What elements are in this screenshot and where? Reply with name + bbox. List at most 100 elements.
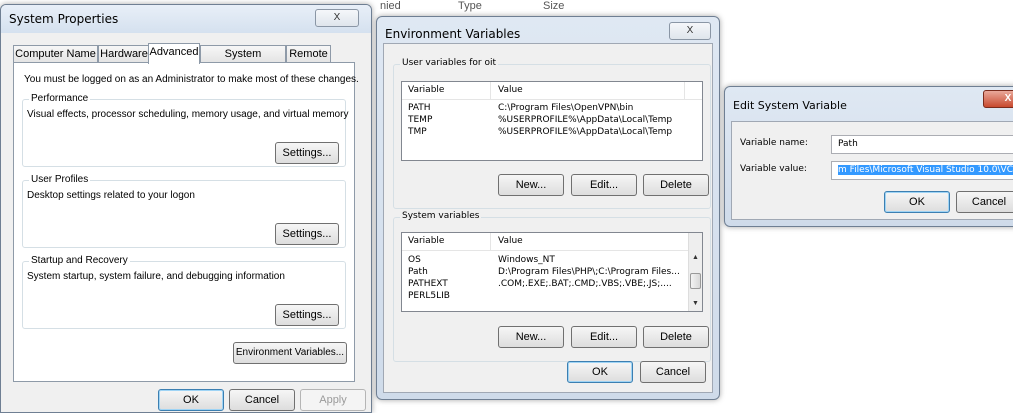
system-delete-button[interactable]: Delete — [643, 326, 709, 348]
performance-settings-button[interactable]: Settings... — [275, 142, 339, 164]
variable-value: D:\Program Files\PHP\;C:\Program Files..… — [498, 267, 680, 277]
column-separator[interactable] — [490, 233, 491, 251]
system-properties-titlebar[interactable]: System Properties X — [1, 5, 371, 33]
table-row[interactable]: PATH C:\Program Files\OpenVPN\bin — [402, 103, 702, 115]
scroll-thumb[interactable] — [690, 273, 701, 289]
edit-system-variable-titlebar[interactable]: Edit System Variable X — [725, 87, 1013, 115]
tab-system-protection[interactable]: System Protection — [200, 45, 286, 76]
variable-name-value: Path — [838, 139, 858, 149]
variable-name: TMP — [408, 127, 427, 137]
variable-value: %USERPROFILE%\AppData\Local\Temp — [498, 127, 673, 137]
variable-value-selected-text: m Files\Microsoft Visual Studio 10.0\VC\… — [838, 165, 1013, 175]
system-properties-window: System Properties X Computer Name Hardwa… — [0, 4, 372, 413]
close-button[interactable]: X — [983, 90, 1013, 108]
system-new-button[interactable]: New... — [498, 326, 564, 348]
system-variables-list[interactable]: Variable Value OS Windows_NT Path D:\Pro… — [401, 232, 703, 312]
apply-button[interactable]: Apply — [300, 389, 366, 411]
background-column-headers: nied Type Size — [380, 0, 980, 14]
user-delete-button[interactable]: Delete — [643, 174, 709, 196]
close-icon: X — [686, 25, 694, 36]
window-title: System Properties — [9, 12, 119, 26]
startup-recovery-label: Startup and Recovery — [29, 255, 130, 266]
scroll-up-arrow-icon[interactable]: ▲ — [689, 251, 702, 265]
variable-name-label: Variable name: — [740, 138, 808, 148]
variable-value: C:\Program Files\OpenVPN\bin — [498, 103, 634, 113]
performance-label: Performance — [29, 93, 91, 104]
user-profiles-description: Desktop settings related to your logon — [27, 190, 195, 201]
variable-name-input[interactable]: Path — [831, 135, 1013, 154]
system-variables-group: System variables Variable Value OS Windo… — [393, 211, 711, 362]
variable-value-label: Variable value: — [740, 164, 807, 174]
startup-settings-button[interactable]: Settings... — [275, 304, 339, 326]
tab-label: Hardware — [100, 48, 148, 60]
user-new-button[interactable]: New... — [498, 174, 564, 196]
environment-variables-body: User variables for oit Variable Value PA… — [383, 43, 713, 393]
tab-label: Remote — [289, 48, 328, 60]
user-variables-list[interactable]: Variable Value PATH C:\Program Files\Ope… — [401, 81, 703, 161]
environment-variables-button[interactable]: Environment Variables... — [233, 342, 347, 364]
column-header-value[interactable]: Value — [498, 85, 523, 95]
admin-note: You must be logged on as an Administrato… — [24, 74, 359, 85]
variable-name: TEMP — [408, 115, 433, 125]
cancel-button[interactable]: Cancel — [956, 191, 1013, 213]
performance-description: Visual effects, processor scheduling, me… — [27, 109, 349, 120]
environment-variables-titlebar[interactable]: Environment Variables X — [377, 17, 719, 45]
system-edit-button[interactable]: Edit... — [571, 326, 637, 348]
column-header-variable[interactable]: Variable — [408, 236, 444, 246]
column-header-variable[interactable]: Variable — [408, 85, 444, 95]
ok-button[interactable]: OK — [567, 361, 633, 383]
window-title: Edit System Variable — [733, 99, 847, 112]
column-separator[interactable] — [490, 82, 491, 100]
table-row[interactable]: PERL5LIB — [402, 291, 702, 303]
table-row[interactable]: PATHEXT .COM;.EXE;.BAT;.CMD;.VBS;.VBE;.J… — [402, 279, 702, 291]
startup-recovery-description: System startup, system failure, and debu… — [27, 271, 285, 282]
user-profiles-label: User Profiles — [29, 174, 91, 185]
performance-group: Performance Visual effects, processor sc… — [22, 93, 349, 167]
tab-hardware[interactable]: Hardware — [98, 45, 150, 63]
ok-button[interactable]: OK — [884, 191, 950, 213]
close-button[interactable]: X — [315, 9, 359, 27]
column-header-value[interactable]: Value — [498, 236, 523, 246]
variable-name: OS — [408, 255, 421, 265]
table-row[interactable]: OS Windows_NT — [402, 255, 702, 267]
cancel-button[interactable]: Cancel — [640, 361, 706, 383]
variable-name: PERL5LIB — [408, 291, 450, 301]
tab-computer-name[interactable]: Computer Name — [13, 45, 98, 63]
close-button[interactable]: X — [669, 22, 711, 40]
system-variables-label: System variables — [400, 211, 482, 221]
tab-advanced[interactable]: Advanced — [148, 43, 200, 64]
list-header: Variable Value — [402, 233, 702, 251]
window-title: Environment Variables — [385, 27, 521, 41]
vertical-scrollbar[interactable]: ▲ ▼ — [688, 233, 702, 311]
table-row[interactable]: TMP %USERPROFILE%\AppData\Local\Temp — [402, 127, 702, 139]
user-variables-label: User variables for oit — [400, 58, 499, 68]
variable-value: Windows_NT — [498, 255, 555, 265]
background-header-size: Size — [543, 0, 565, 12]
user-profiles-settings-button[interactable]: Settings... — [275, 223, 339, 245]
variable-name: PATH — [408, 103, 431, 113]
startup-recovery-group: Startup and Recovery System startup, sys… — [22, 255, 346, 329]
tab-label: Computer Name — [15, 48, 96, 60]
advanced-tab-panel: You must be logged on as an Administrato… — [13, 62, 359, 382]
close-icon: X — [1004, 93, 1012, 104]
cancel-button[interactable]: Cancel — [229, 389, 295, 411]
column-separator[interactable] — [684, 82, 685, 100]
close-icon: X — [333, 12, 341, 23]
ok-button[interactable]: OK — [158, 389, 224, 411]
variable-name: PATHEXT — [408, 279, 448, 289]
background-header-name: nied — [380, 0, 401, 12]
tab-label: Advanced — [149, 46, 199, 58]
scroll-down-arrow-icon[interactable]: ▼ — [689, 297, 702, 311]
edit-system-variable-body: Variable name: Path Variable value: m Fi… — [731, 121, 1013, 220]
variable-value: %USERPROFILE%\AppData\Local\Temp — [498, 115, 673, 125]
list-header: Variable Value — [402, 82, 702, 100]
variable-value-input[interactable]: m Files\Microsoft Visual Studio 10.0\VC\… — [831, 161, 1013, 180]
user-edit-button[interactable]: Edit... — [571, 174, 637, 196]
tab-remote[interactable]: Remote — [286, 45, 331, 63]
table-row[interactable]: Path D:\Program Files\PHP\;C:\Program Fi… — [402, 267, 702, 279]
edit-system-variable-window: Edit System Variable X Variable name: Pa… — [724, 86, 1013, 227]
variable-name: Path — [408, 267, 428, 277]
background-header-type: Type — [458, 0, 482, 12]
table-row[interactable]: TEMP %USERPROFILE%\AppData\Local\Temp — [402, 115, 702, 127]
user-variables-group: User variables for oit Variable Value PA… — [393, 58, 711, 209]
